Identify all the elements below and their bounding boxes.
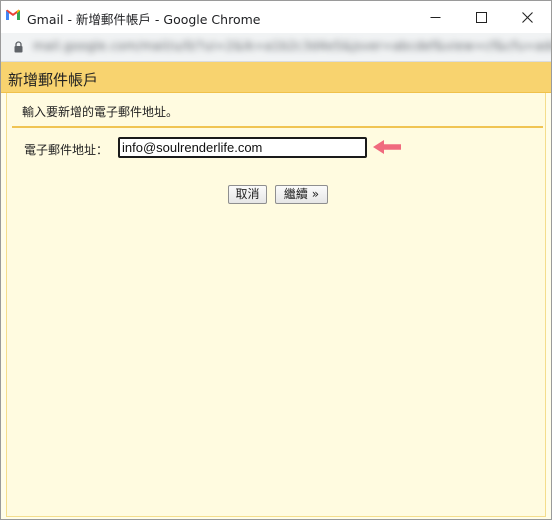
page-title: 新增郵件帳戶 bbox=[8, 71, 99, 89]
divider bbox=[12, 126, 543, 128]
dialog-header: 新增郵件帳戶 bbox=[1, 62, 551, 93]
lock-icon bbox=[14, 41, 23, 53]
url-text[interactable]: mail.google.com/mail/u/0/?ui=2&ik=a1b2c3… bbox=[33, 39, 551, 53]
browser-window: Gmail - 新增郵件帳戶 - Google Chrome mail.goog… bbox=[0, 0, 552, 520]
instruction-text: 輸入要新增的電子郵件地址。 bbox=[22, 105, 179, 119]
minimize-button[interactable] bbox=[412, 1, 458, 33]
email-label: 電子郵件地址： bbox=[24, 143, 109, 157]
next-button[interactable]: 繼續 » bbox=[275, 185, 328, 204]
page-content: 新增郵件帳戶 輸入要新增的電子郵件地址。 電子郵件地址： 取消 繼續 » bbox=[1, 62, 551, 519]
email-field[interactable] bbox=[118, 137, 367, 158]
maximize-button[interactable] bbox=[458, 1, 504, 33]
maximize-icon bbox=[475, 11, 487, 23]
arrow-left-icon bbox=[373, 140, 401, 154]
window-title: Gmail - 新增郵件帳戶 - Google Chrome bbox=[27, 12, 261, 27]
add-account-form: 輸入要新增的電子郵件地址。 電子郵件地址： 取消 繼續 » bbox=[6, 93, 546, 517]
minimize-icon bbox=[430, 16, 440, 18]
close-icon bbox=[521, 11, 533, 23]
cancel-button[interactable]: 取消 bbox=[228, 185, 267, 204]
close-button[interactable] bbox=[504, 1, 550, 33]
title-bar[interactable]: Gmail - 新增郵件帳戶 - Google Chrome bbox=[1, 1, 551, 33]
gmail-icon bbox=[6, 9, 20, 20]
address-bar[interactable]: mail.google.com/mail/u/0/?ui=2&ik=a1b2c3… bbox=[1, 33, 551, 62]
